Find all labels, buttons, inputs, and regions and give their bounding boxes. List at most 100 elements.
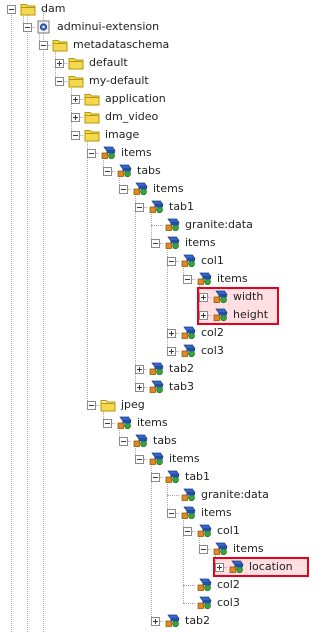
collapse-icon[interactable]	[103, 418, 112, 428]
tree-node[interactable]: col3	[183, 594, 242, 612]
tree-node-label[interactable]: my-default	[87, 73, 151, 89]
tree-node-label[interactable]: col1	[199, 253, 226, 269]
tree-node[interactable]: col1	[183, 522, 242, 540]
tree-node[interactable]: items	[119, 180, 186, 198]
tree-node[interactable]: height	[199, 306, 270, 324]
tree-node-label[interactable]: col1	[215, 523, 242, 539]
tree-node[interactable]: metadataschema	[39, 36, 171, 54]
collapse-icon[interactable]	[183, 526, 192, 536]
tree-node[interactable]: granite:data	[151, 216, 255, 234]
collapse-icon[interactable]	[23, 22, 32, 32]
tree-node[interactable]: items	[199, 540, 266, 558]
tree-node[interactable]: tab2	[135, 360, 196, 378]
expand-icon[interactable]	[135, 364, 144, 374]
tree-node-label[interactable]: width	[231, 289, 265, 305]
tree-node-label[interactable]: granite:data	[199, 487, 271, 503]
tree-node[interactable]: col3	[167, 342, 226, 360]
collapse-icon[interactable]	[119, 184, 128, 194]
collapse-icon[interactable]	[103, 166, 112, 176]
expand-icon[interactable]	[151, 616, 160, 626]
tree-node-label[interactable]: metadataschema	[71, 37, 171, 53]
tree-node-label[interactable]: tab1	[167, 199, 196, 215]
tree-node-label[interactable]: items	[151, 181, 186, 197]
tree-node-label[interactable]: items	[215, 271, 250, 287]
tree-node[interactable]: default	[55, 54, 130, 72]
collapse-icon[interactable]	[183, 274, 192, 284]
collapse-icon[interactable]	[71, 130, 80, 140]
tree-node-label[interactable]: tab2	[167, 361, 196, 377]
expand-icon[interactable]	[135, 382, 144, 392]
expand-icon[interactable]	[167, 346, 176, 356]
tree-node-label[interactable]: jpeg	[119, 397, 147, 413]
tree-node[interactable]: items	[151, 234, 218, 252]
tree-node-label[interactable]: col2	[199, 325, 226, 341]
tree-node-label[interactable]: col3	[215, 595, 242, 611]
tree-node-label[interactable]: items	[135, 415, 170, 431]
tree-node-label[interactable]: tabs	[135, 163, 163, 179]
collapse-icon[interactable]	[87, 148, 96, 158]
tree-node[interactable]: dm_video	[71, 108, 160, 126]
tree-node[interactable]: granite:data	[167, 486, 271, 504]
tree-node-label[interactable]: col2	[215, 577, 242, 593]
tree-node-label[interactable]: dam	[39, 1, 67, 17]
tree-node[interactable]: items	[103, 414, 170, 432]
tree-node[interactable]: col1	[167, 252, 226, 270]
collapse-icon[interactable]	[135, 454, 144, 464]
tree-node-label[interactable]: dm_video	[103, 109, 160, 125]
collapse-icon[interactable]	[7, 4, 16, 14]
tree-node[interactable]: image	[71, 126, 141, 144]
tree-node[interactable]: dam	[7, 0, 67, 18]
collapse-icon[interactable]	[167, 256, 176, 266]
tree-node-label[interactable]: items	[119, 145, 154, 161]
tree-node-label[interactable]: height	[231, 307, 270, 323]
collapse-icon[interactable]	[135, 202, 144, 212]
tree-node-label[interactable]: granite:data	[183, 217, 255, 233]
tree-node-label[interactable]: adminui-extension	[55, 19, 161, 35]
tree-node-label[interactable]: tab1	[183, 469, 212, 485]
collapse-icon[interactable]	[199, 544, 208, 554]
collapse-icon[interactable]	[39, 40, 48, 50]
expand-icon[interactable]	[215, 562, 224, 572]
tree-node-label[interactable]: default	[87, 55, 130, 71]
collapse-icon[interactable]	[119, 436, 128, 446]
tree-node[interactable]: items	[167, 504, 234, 522]
expand-icon[interactable]	[71, 94, 80, 104]
expand-icon[interactable]	[71, 112, 80, 122]
collapse-icon[interactable]	[151, 472, 160, 482]
expand-icon[interactable]	[55, 58, 64, 68]
tree-node[interactable]: jpeg	[87, 396, 147, 414]
tree-node[interactable]: width	[199, 288, 265, 306]
tree-node[interactable]: tabs	[119, 432, 179, 450]
tree-node-label[interactable]: items	[231, 541, 266, 557]
collapse-icon[interactable]	[151, 238, 160, 248]
tree-node[interactable]: application	[71, 90, 168, 108]
expand-icon[interactable]	[199, 292, 208, 302]
tree-node-label[interactable]: tab2	[183, 613, 212, 629]
tree-node[interactable]: items	[135, 450, 202, 468]
tree-node-label[interactable]: items	[199, 505, 234, 521]
tree-node[interactable]: items	[183, 270, 250, 288]
tree-node-label[interactable]: items	[167, 451, 202, 467]
tree-node[interactable]: tab3	[135, 378, 196, 396]
tree-node[interactable]: items	[87, 144, 154, 162]
tree-node-label[interactable]: items	[183, 235, 218, 251]
tree-node[interactable]: adminui-extension	[23, 18, 161, 36]
tree-node[interactable]: col2	[167, 324, 226, 342]
tree-node-label[interactable]: tabs	[151, 433, 179, 449]
tree-node-label[interactable]: image	[103, 127, 141, 143]
collapse-icon[interactable]	[55, 76, 64, 86]
tree-node-label[interactable]: location	[247, 559, 295, 575]
expand-icon[interactable]	[199, 310, 208, 320]
collapse-icon[interactable]	[87, 400, 96, 410]
tree-node-label[interactable]: col3	[199, 343, 226, 359]
tree-node-label[interactable]: tab3	[167, 379, 196, 395]
tree-node[interactable]: location	[215, 558, 295, 576]
tree-node[interactable]: tabs	[103, 162, 163, 180]
tree-node[interactable]: tab1	[151, 468, 212, 486]
tree-node-label[interactable]: application	[103, 91, 168, 107]
tree-node[interactable]: col2	[183, 576, 242, 594]
tree-node[interactable]: my-default	[55, 72, 151, 90]
collapse-icon[interactable]	[167, 508, 176, 518]
tree-node[interactable]: tab1	[135, 198, 196, 216]
tree-node[interactable]: tab2	[151, 612, 212, 630]
